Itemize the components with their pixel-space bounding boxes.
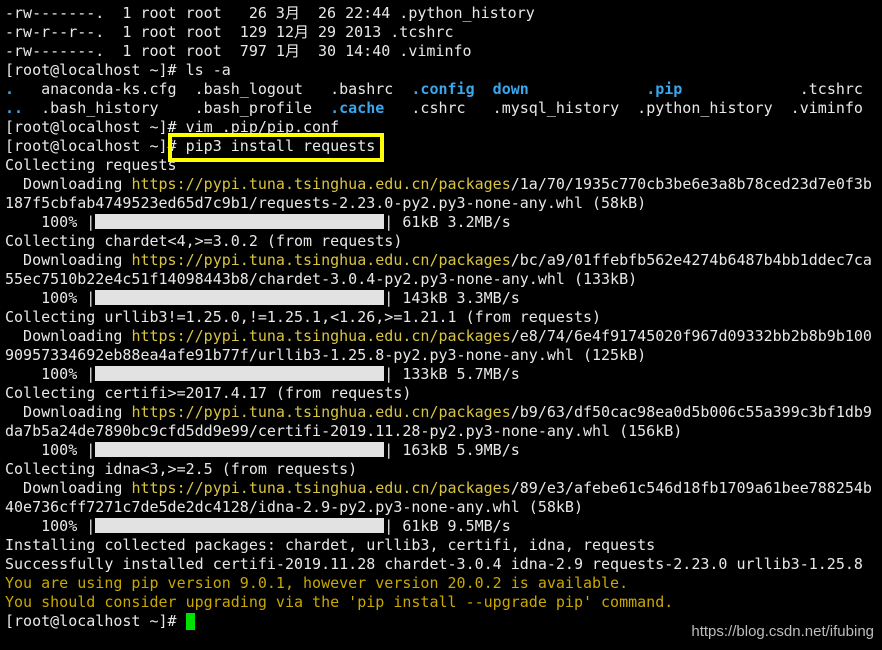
progress-bar: [95, 214, 385, 229]
terminal-text: | 143kB 3.3MB/s: [384, 289, 520, 307]
terminal-line: Collecting urllib3!=1.25.0,!=1.25.1,<1.2…: [5, 308, 872, 327]
terminal-line: 100% | | 61kB 9.5MB/s: [5, 517, 872, 536]
progress-bar: [95, 290, 385, 305]
terminal-text: /1a/70/1935c770cb3be6e3a8b78ced23d7e0f3b: [510, 175, 872, 193]
terminal-text: -rw-------. 1 root root 797 1月 30 14:40 …: [5, 42, 472, 60]
terminal-text: [root@localhost ~]#: [5, 612, 186, 630]
terminal-text: da7b5a24de7890bc9cfd5dd9e99/certifi-2019…: [5, 422, 683, 440]
directory-name: .config: [411, 80, 475, 98]
highlight-box-pip3-command: [168, 133, 384, 162]
terminal-line: Downloading https://pypi.tuna.tsinghua.e…: [5, 479, 872, 498]
terminal-text: /e8/74/6e4f91745020f967d09332bb2b8b9b100: [510, 327, 872, 345]
terminal-line: You are using pip version 9.0.1, however…: [5, 574, 872, 593]
terminal-line: -rw-r--r--. 1 root root 129 12月 29 2013 …: [5, 23, 872, 42]
terminal-text: | 133kB 5.7MB/s: [384, 365, 520, 383]
terminal-output[interactable]: -rw-------. 1 root root 26 3月 26 22:44 .…: [5, 4, 872, 631]
terminal-line: Downloading https://pypi.tuna.tsinghua.e…: [5, 175, 872, 194]
directory-name: .cache: [330, 99, 385, 117]
terminal-line: Collecting idna<3,>=2.5 (from requests): [5, 460, 872, 479]
terminal-text: Installing collected packages: chardet, …: [5, 536, 656, 554]
terminal-text: -rw-------. 1 root root 26 3月 26 22:44 .…: [5, 4, 535, 22]
terminal-text: 40e736cff7271c7de5de2dc4128/idna-2.9-py2…: [5, 498, 583, 516]
terminal-line: Downloading https://pypi.tuna.tsinghua.e…: [5, 327, 872, 346]
progress-bar: [95, 518, 385, 533]
terminal-line: -rw-------. 1 root root 797 1月 30 14:40 …: [5, 42, 872, 61]
terminal-text: Collecting urllib3!=1.25.0,!=1.25.1,<1.2…: [5, 308, 602, 326]
terminal-line: Collecting requests: [5, 156, 872, 175]
directory-name: ..: [5, 99, 24, 117]
terminal-text: | 163kB 5.9MB/s: [384, 441, 520, 459]
terminal-text: 55ec7510b22e4c51f14098443b8/chardet-3.0.…: [5, 270, 638, 288]
terminal-line: Collecting chardet<4,>=3.0.2 (from reque…: [5, 232, 872, 251]
terminal-text: Downloading: [5, 403, 132, 421]
terminal-text: .cshrc .mysql_history .python_history .v…: [384, 99, 863, 117]
terminal-line: [root@localhost ~]# vim .pip/pip.conf: [5, 118, 872, 137]
terminal-line: You should consider upgrading via the 'p…: [5, 593, 872, 612]
terminal-text: Downloading: [5, 479, 132, 497]
terminal-text: /b9/63/df50cac98ea0d5b006c55a399c3bf1db9: [510, 403, 872, 421]
terminal-text: /bc/a9/01ffebfb562e4274b6487b4bb1ddec7ca: [510, 251, 872, 269]
terminal-text: Collecting requests: [5, 156, 177, 174]
terminal-text: anaconda-ks.cfg .bash_logout .bashrc: [14, 80, 412, 98]
progress-bar: [95, 366, 385, 381]
terminal-line: 40e736cff7271c7de5de2dc4128/idna-2.9-py2…: [5, 498, 872, 517]
terminal-line: Downloading https://pypi.tuna.tsinghua.e…: [5, 403, 872, 422]
terminal-line: Successfully installed certifi-2019.11.2…: [5, 555, 872, 574]
url-text: https://pypi.tuna.tsinghua.edu.cn/packag…: [131, 175, 511, 193]
terminal-text: 100% |: [5, 289, 96, 307]
terminal-line: . anaconda-ks.cfg .bash_logout .bashrc .…: [5, 80, 872, 99]
terminal-text: Collecting idna<3,>=2.5 (from requests): [5, 460, 358, 478]
terminal-text: | 61kB 9.5MB/s: [384, 517, 511, 535]
terminal-line: [root@localhost ~]# ls -a: [5, 61, 872, 80]
terminal-text: 187f5cbfab4749523ed65d7c9b1/requests-2.2…: [5, 194, 647, 212]
terminal-line: 187f5cbfab4749523ed65d7c9b1/requests-2.2…: [5, 194, 872, 213]
terminal-line: .. .bash_history .bash_profile .cache .c…: [5, 99, 872, 118]
terminal-text: Downloading: [5, 175, 132, 193]
terminal-line: Downloading https://pypi.tuna.tsinghua.e…: [5, 251, 872, 270]
terminal-text: 100% |: [5, 213, 96, 231]
directory-name: .pip: [646, 80, 683, 98]
terminal-text: 100% |: [5, 365, 96, 383]
terminal-line: Collecting certifi>=2017.4.17 (from requ…: [5, 384, 872, 403]
terminal-text: Downloading: [5, 251, 132, 269]
terminal-text: Collecting certifi>=2017.4.17 (from requ…: [5, 384, 412, 402]
terminal-text: .tcshrc: [682, 80, 863, 98]
terminal-line: 100% | | 163kB 5.9MB/s: [5, 441, 872, 460]
terminal-line: 100% | | 143kB 3.3MB/s: [5, 289, 872, 308]
terminal-text: -rw-r--r--. 1 root root 129 12月 29 2013 …: [5, 23, 454, 41]
terminal-line: 55ec7510b22e4c51f14098443b8/chardet-3.0.…: [5, 270, 872, 289]
terminal-text: 90957334692eb88ea4afe91b77f/urllib3-1.25…: [5, 346, 647, 364]
terminal-text: 100% |: [5, 441, 96, 459]
terminal-line: da7b5a24de7890bc9cfd5dd9e99/certifi-2019…: [5, 422, 872, 441]
url-text: https://pypi.tuna.tsinghua.edu.cn/packag…: [131, 251, 511, 269]
url-text: https://pypi.tuna.tsinghua.edu.cn/packag…: [131, 479, 511, 497]
directory-name: down: [492, 80, 529, 98]
terminal-text: Downloading: [5, 327, 132, 345]
terminal-text: Successfully installed certifi-2019.11.2…: [5, 555, 863, 573]
url-text: https://pypi.tuna.tsinghua.edu.cn/packag…: [131, 327, 511, 345]
watermark: https://blog.csdn.net/ifubing: [691, 623, 874, 640]
terminal-text: 100% |: [5, 517, 96, 535]
terminal-line: 90957334692eb88ea4afe91b77f/urllib3-1.25…: [5, 346, 872, 365]
directory-name: .: [5, 80, 15, 98]
terminal-line: [root@localhost ~]# pip3 install request…: [5, 137, 872, 156]
warning-text: You should consider upgrading via the 'p…: [5, 593, 674, 611]
terminal-line: -rw-------. 1 root root 26 3月 26 22:44 .…: [5, 4, 872, 23]
terminal-text: .bash_history .bash_profile: [23, 99, 331, 117]
terminal-text: [root@localhost ~]# ls -a: [5, 61, 231, 79]
url-text: https://pypi.tuna.tsinghua.edu.cn/packag…: [131, 403, 511, 421]
terminal-text: | 61kB 3.2MB/s: [384, 213, 511, 231]
terminal-line: 100% | | 133kB 5.7MB/s: [5, 365, 872, 384]
terminal-text: Collecting chardet<4,>=3.0.2 (from reque…: [5, 232, 403, 250]
terminal-line: Installing collected packages: chardet, …: [5, 536, 872, 555]
warning-text: You are using pip version 9.0.1, however…: [5, 574, 629, 592]
terminal-line: 100% | | 61kB 3.2MB/s: [5, 213, 872, 232]
progress-bar: [95, 442, 385, 457]
terminal-text: /89/e3/afebe61c546d18fb1709a61bee788254b: [510, 479, 872, 497]
cursor: [185, 613, 195, 630]
